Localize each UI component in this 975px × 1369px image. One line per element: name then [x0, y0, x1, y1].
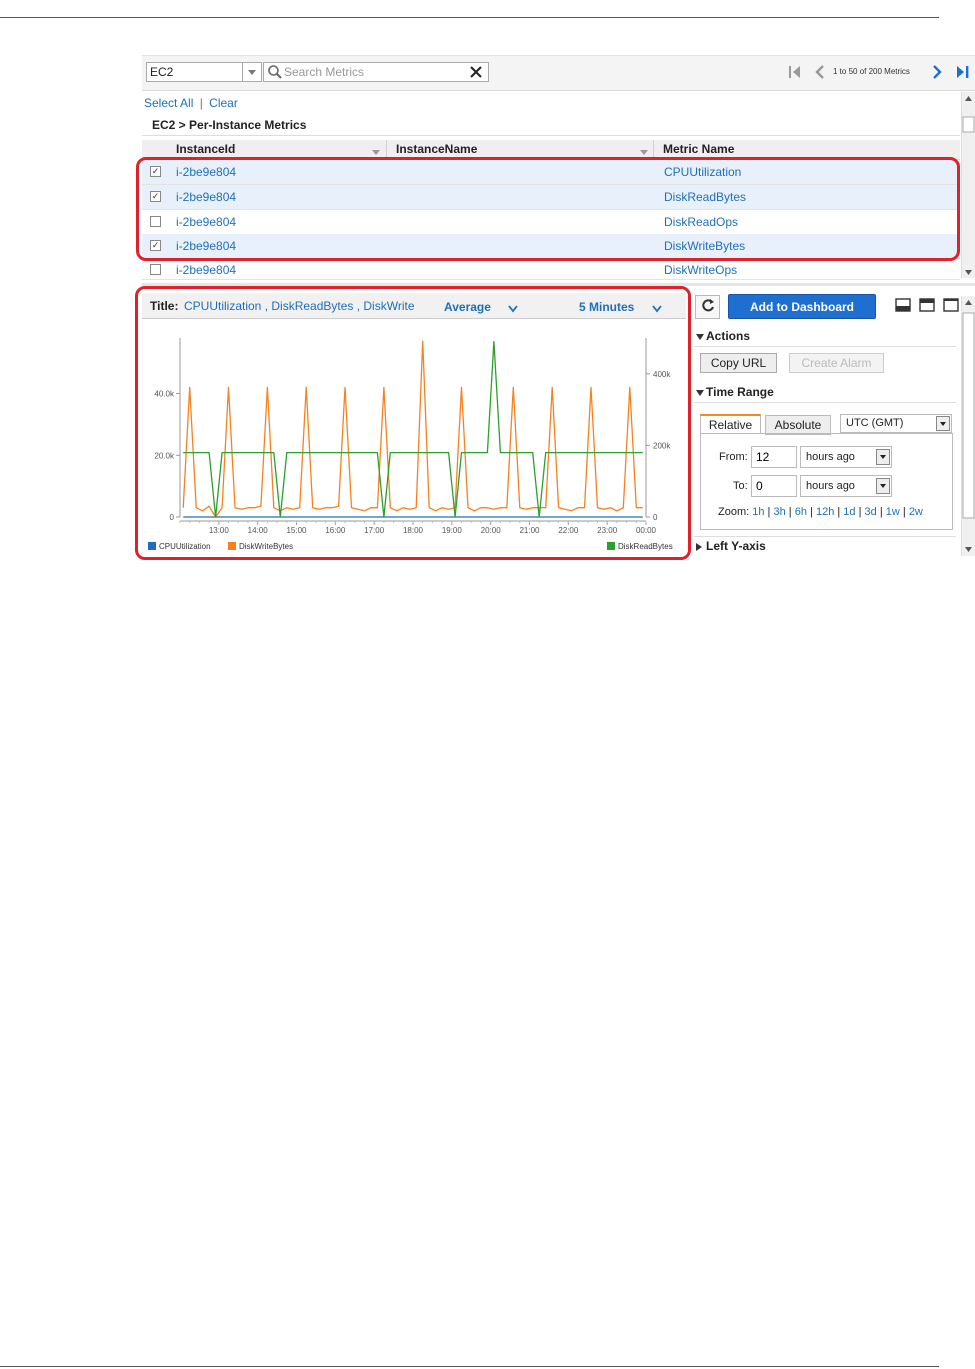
refresh-icon — [701, 299, 714, 312]
clear-search-icon[interactable] — [469, 65, 483, 82]
options-scrollbar[interactable] — [961, 296, 975, 556]
search-input[interactable] — [284, 64, 464, 80]
next-page-icon[interactable] — [930, 64, 944, 83]
collapse-triangle-icon[interactable] — [695, 387, 705, 401]
from-value-input[interactable] — [751, 446, 797, 468]
zoom-1h[interactable]: 1h — [752, 506, 764, 518]
row-checkbox[interactable] — [150, 264, 161, 275]
copy-url-button[interactable]: Copy URL — [700, 353, 777, 373]
time-range-section-label[interactable]: Time Range — [706, 385, 774, 399]
refresh-button[interactable] — [695, 295, 720, 319]
divider — [694, 402, 956, 403]
expand-triangle-icon[interactable] — [694, 541, 704, 555]
tab-absolute[interactable]: Absolute — [765, 415, 831, 435]
collapse-triangle-icon[interactable] — [695, 331, 705, 345]
create-alarm-button[interactable]: Create Alarm — [789, 353, 884, 373]
highlight-box-graph — [135, 286, 691, 560]
layout-bottom-icon[interactable] — [895, 298, 911, 315]
select-all-link[interactable]: Select All — [144, 96, 193, 110]
metric-name-link[interactable]: DiskWriteOps — [664, 263, 737, 277]
left-y-axis-section-label[interactable]: Left Y-axis — [706, 539, 766, 553]
pager-text: 1 to 50 of 200 Metrics — [833, 67, 910, 76]
metric-group-title: EC2 > Per-Instance Metrics — [152, 118, 307, 132]
chevron-down-icon[interactable] — [242, 63, 261, 81]
to-value-input[interactable] — [751, 475, 797, 497]
to-label: To: — [733, 480, 748, 492]
zoom-3d[interactable]: 3d — [865, 506, 877, 518]
timezone-select[interactable]: UTC (GMT) — [840, 414, 952, 433]
namespace-select[interactable]: EC2 — [146, 62, 262, 82]
timezone-value: UTC (GMT) — [846, 417, 904, 429]
to-unit-select[interactable]: hours ago — [800, 475, 892, 497]
search-metrics-field[interactable] — [263, 62, 489, 82]
zoom-1d[interactable]: 1d — [843, 506, 855, 518]
last-page-icon[interactable] — [954, 64, 970, 83]
column-header-instancename[interactable]: InstanceName — [396, 142, 477, 156]
selection-separator: | — [199, 96, 203, 110]
chevron-down-icon[interactable] — [936, 416, 950, 431]
zoom-12h[interactable]: 12h — [816, 506, 834, 518]
from-unit-value: hours ago — [806, 451, 855, 463]
add-to-dashboard-button[interactable]: Add to Dashboard — [728, 294, 876, 319]
previous-page-icon[interactable] — [813, 64, 827, 83]
highlight-box-table — [136, 157, 960, 261]
search-icon — [267, 64, 283, 83]
clear-link[interactable]: Clear — [209, 96, 238, 110]
zoom-label: Zoom: — [718, 506, 750, 518]
first-page-icon[interactable] — [787, 64, 803, 83]
to-unit-value: hours ago — [806, 480, 855, 492]
table-row[interactable]: i-2be9e804 DiskWriteOps — [142, 258, 960, 280]
from-unit-select[interactable]: hours ago — [800, 446, 892, 468]
divider — [694, 536, 956, 537]
zoom-bar: Zoom: 1h | 3h | 6h | 12h | 1d | 3d | 1w … — [718, 506, 923, 518]
scrollbar-arrows-icon — [962, 300, 975, 552]
namespace-value: EC2 — [150, 65, 174, 79]
chevron-down-icon[interactable] — [876, 478, 890, 494]
zoom-1w[interactable]: 1w — [886, 506, 900, 518]
table-scrollbar[interactable] — [961, 92, 975, 278]
layout-top-icon[interactable] — [919, 298, 935, 315]
selection-links: Select All | Clear — [144, 96, 238, 110]
zoom-6h[interactable]: 6h — [795, 506, 807, 518]
chevron-down-icon[interactable] — [876, 449, 890, 465]
instance-id-link[interactable]: i-2be9e804 — [176, 263, 236, 277]
actions-section-label[interactable]: Actions — [706, 329, 750, 343]
metric-group-header: EC2 > Per-Instance Metrics — [142, 115, 960, 136]
column-header-instanceid[interactable]: InstanceId — [176, 142, 235, 156]
scrollbar-arrows-icon — [962, 96, 975, 275]
page-header-rule — [0, 17, 939, 18]
page-footer-rule — [0, 1366, 939, 1367]
column-header-metric-name[interactable]: Metric Name — [663, 142, 734, 156]
from-label: From: — [719, 451, 748, 463]
maximize-icon[interactable] — [943, 298, 959, 315]
zoom-2w[interactable]: 2w — [909, 506, 923, 518]
zoom-3h[interactable]: 3h — [773, 506, 785, 518]
divider — [694, 346, 956, 347]
tab-relative[interactable]: Relative — [700, 414, 761, 434]
